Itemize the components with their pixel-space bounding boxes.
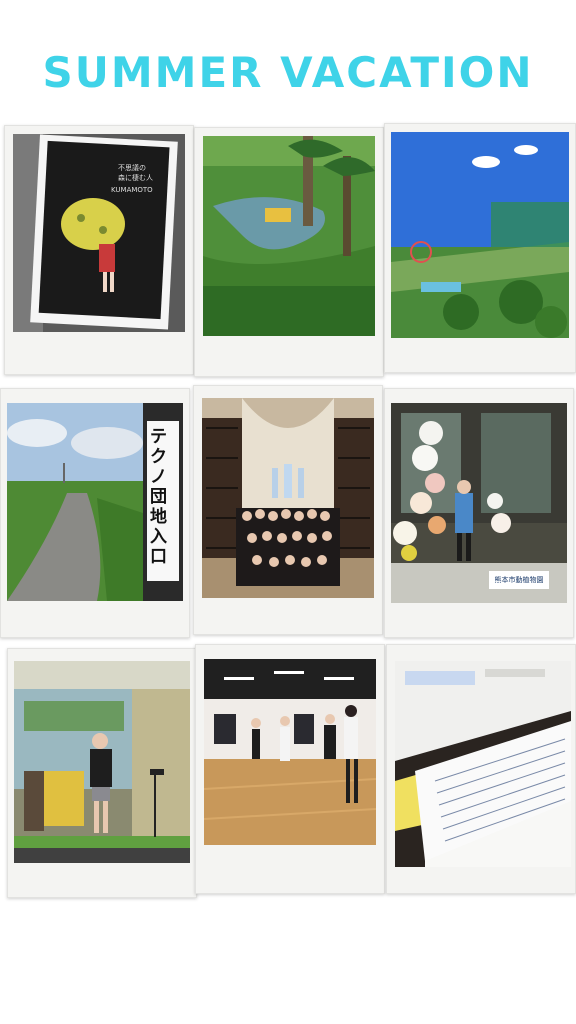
photo-card-flower-garden: 熊本市動植物園 <box>384 388 574 638</box>
zoo-sign-text: 熊本市動植物園 <box>494 576 544 584</box>
dance-studio-photo <box>204 659 376 845</box>
photo-card-amusement-view <box>384 123 576 373</box>
poster-photo: 不思議の 森に棲む人 KUMAMOTO <box>13 134 185 332</box>
techno-sign-photo: テクノ団地入口 <box>143 403 183 601</box>
photo-card-chapel-group <box>193 385 383 635</box>
poster-text-2: 森に棲む人 <box>118 173 153 182</box>
flower-garden-photo: 熊本市動植物園 <box>391 403 567 603</box>
poster-text-3: KUMAMOTO <box>111 186 153 194</box>
page-title: SUMMER VACATION <box>42 48 534 97</box>
amusement-view-photo <box>391 132 569 338</box>
photo-card-poster: 不思議の 森に棲む人 KUMAMOTO <box>4 125 194 375</box>
stage-performance-photo <box>14 661 190 863</box>
chapel-group-photo <box>202 398 374 598</box>
photo-card-country-path: テクノ団地入口 <box>0 388 190 638</box>
photo-card-stage-performance <box>7 648 197 898</box>
photo-card-study-notebook <box>386 644 576 894</box>
study-notebook-photo <box>395 661 571 867</box>
photo-card-dance-studio <box>195 644 385 894</box>
techno-sign-text: テクノ団地入口 <box>150 427 167 567</box>
water-ride-photo <box>203 136 375 336</box>
poster-text-1: 不思議の <box>118 163 146 172</box>
country-path-photo <box>7 403 143 601</box>
photo-card-water-ride <box>194 127 384 377</box>
